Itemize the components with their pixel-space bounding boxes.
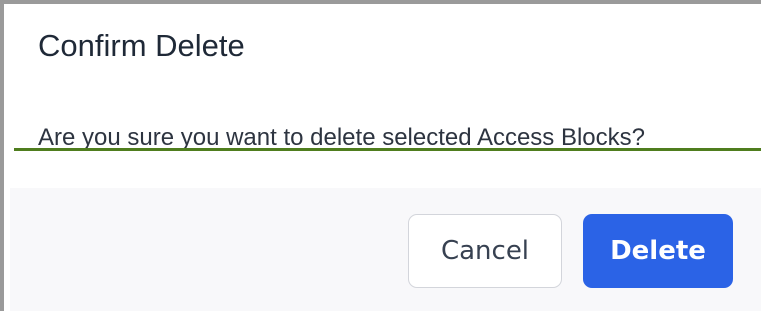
confirm-delete-dialog: Confirm Delete Are you sure you want to …: [0, 0, 761, 311]
highlight-line: [14, 148, 761, 151]
dialog-title: Confirm Delete: [38, 28, 245, 63]
delete-button[interactable]: Delete: [583, 214, 733, 288]
cancel-button[interactable]: Cancel: [408, 214, 562, 288]
